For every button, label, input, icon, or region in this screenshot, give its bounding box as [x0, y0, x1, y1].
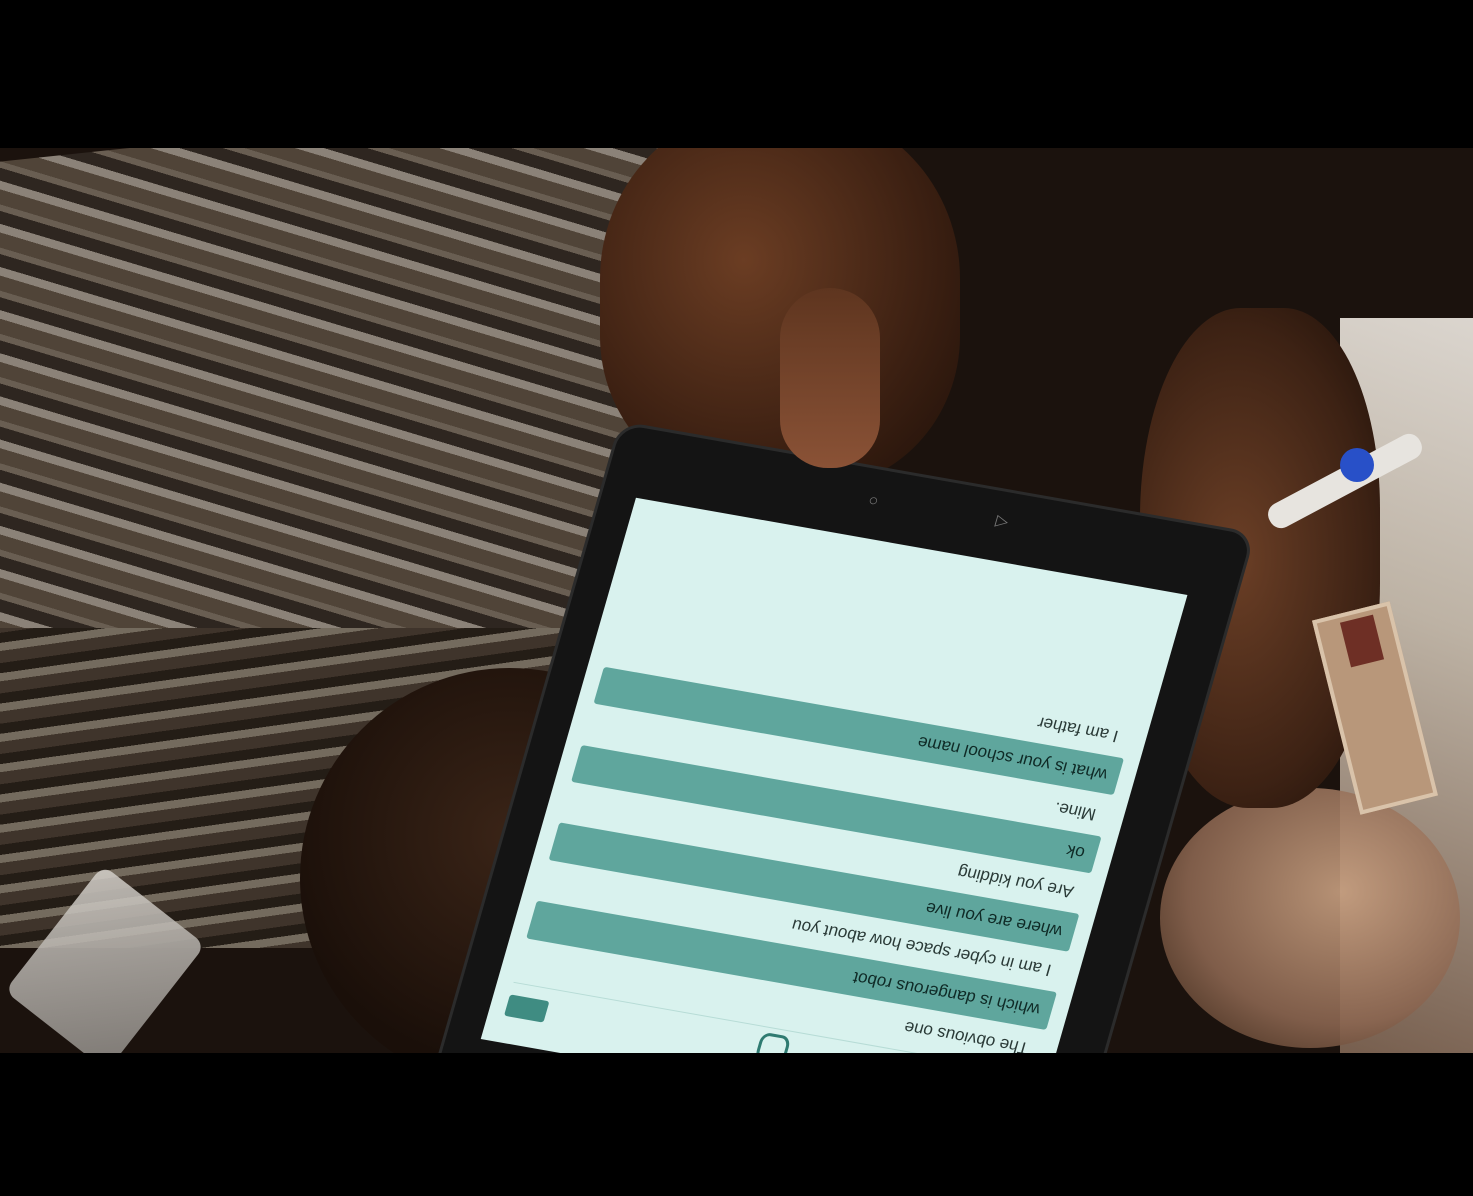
- message-list: The obvious one which is dangerous robot…: [516, 632, 1133, 1053]
- letterbox-bottom: [0, 1053, 1473, 1196]
- photo-scene: ◁ ○ ✲ The obvious one which is dangerous…: [0, 148, 1473, 1053]
- menu-button[interactable]: [503, 994, 550, 1024]
- pointing-finger: [780, 288, 880, 468]
- letterbox-top: [0, 0, 1473, 148]
- pen-cap: [1340, 448, 1374, 482]
- tablet-screen: ✲ The obvious one which is dangerous rob…: [480, 497, 1188, 1053]
- robot-icon: [752, 1032, 792, 1053]
- home-icon[interactable]: ○: [866, 490, 881, 509]
- chat-app: ✲ The obvious one which is dangerous rob…: [481, 498, 1188, 1053]
- arm: [1160, 788, 1460, 1048]
- back-icon[interactable]: ◁: [993, 512, 1011, 533]
